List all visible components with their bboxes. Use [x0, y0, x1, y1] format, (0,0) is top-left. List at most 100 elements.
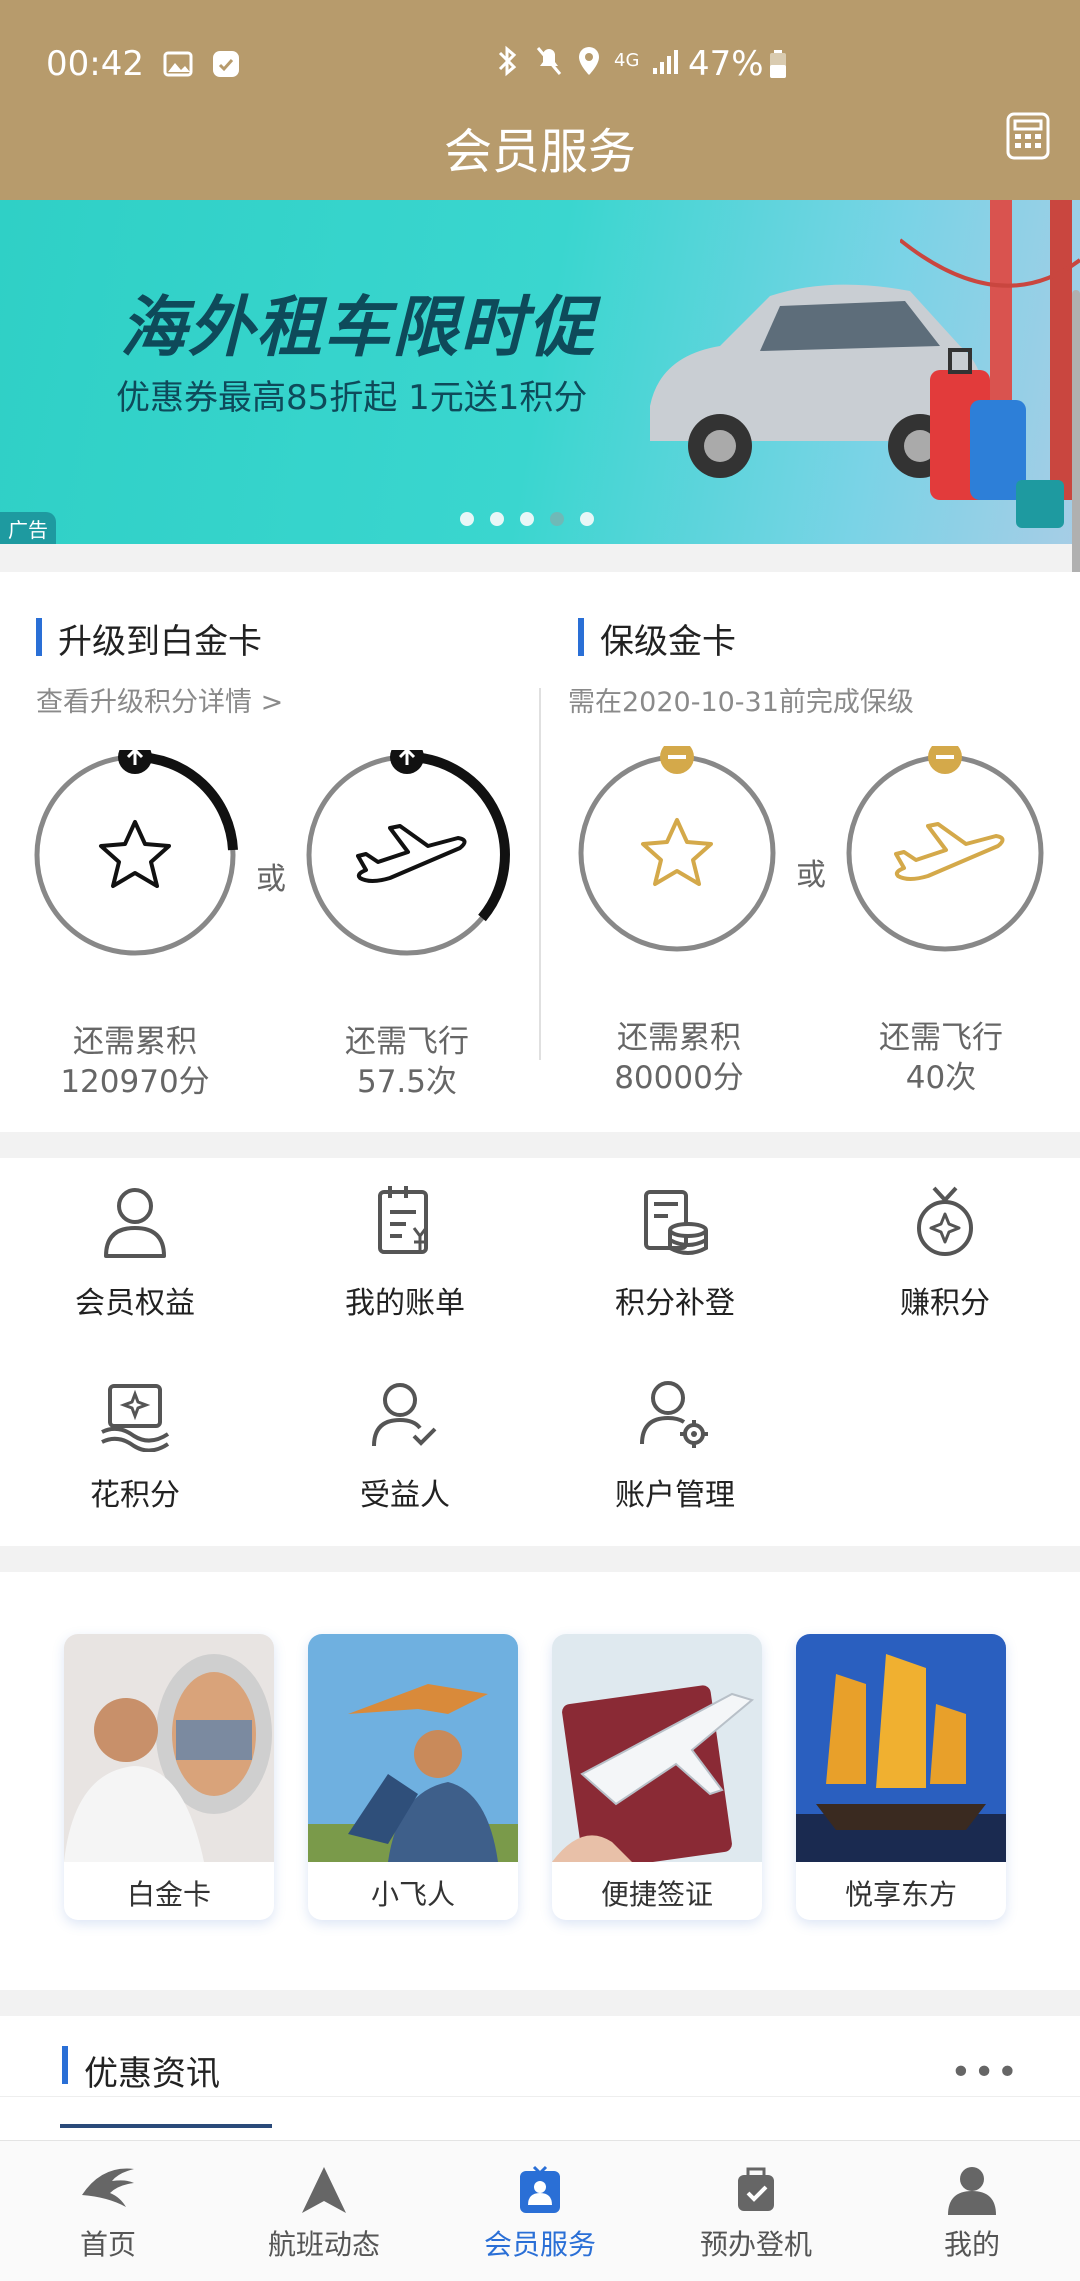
service-label: 受益人 [360, 1478, 450, 1513]
privilege-label: 白金卡 [126, 1878, 211, 1911]
flights-progress-ring [306, 750, 510, 956]
retain-deadline: 需在2020-10-31前完成保级 [568, 687, 914, 718]
app-header: 00:42 4G 47% 会员服务 [0, 0, 1080, 200]
bill-icon [378, 1186, 428, 1254]
carousel-dot[interactable] [460, 512, 474, 526]
news-tab-indicator [60, 2124, 272, 2128]
home-swallow-icon [82, 2168, 134, 2207]
service-my-bill[interactable]: 我的账单 [270, 1184, 540, 1322]
status-time: 00:42 [46, 44, 144, 84]
medal-icon [917, 1186, 973, 1256]
spend-points-icon [101, 1384, 170, 1453]
divider [0, 2096, 1080, 2097]
nav-profile[interactable]: 我的 [864, 2165, 1080, 2263]
service-label: 我的账单 [345, 1286, 465, 1321]
or-label: 或 [796, 858, 826, 893]
points-progress-ring [34, 750, 238, 956]
banner-headline: 海外租车限时促 [120, 289, 596, 366]
star-icon [99, 820, 171, 888]
service-earn-points[interactable]: 赚积分 [810, 1184, 1080, 1322]
flights-value: 40次 [905, 1060, 977, 1096]
progress-arc [134, 751, 238, 851]
points-label: 还需累积 [617, 1020, 741, 1056]
coins-icon [644, 1190, 708, 1255]
points-value: 80000分 [614, 1060, 744, 1096]
privilege-card-platinum[interactable]: 白金卡 [64, 1634, 274, 1920]
privilege-card-oriental[interactable]: 悦享东方 [796, 1634, 1006, 1920]
upgrade-details-link[interactable]: 查看升级积分详情 > [36, 680, 283, 719]
section-divider [539, 688, 541, 1060]
upgrade-title: 升级到白金卡 [58, 622, 262, 662]
airplane-icon [356, 824, 467, 883]
member-service-icon [520, 2165, 560, 2213]
service-member-benefits[interactable]: 会员权益 [0, 1184, 270, 1322]
ad-tag: 广告 [0, 512, 56, 544]
service-label: 花积分 [90, 1478, 180, 1513]
flights-label: 还需飞行 [879, 1020, 1003, 1056]
flights-label: 还需飞行 [345, 1024, 469, 1060]
bluetooth-icon [498, 45, 517, 77]
notification-app-icon [213, 51, 239, 77]
points-value: 120970分 [60, 1064, 210, 1100]
platinum-photo [64, 1634, 274, 1862]
nav-flight-status[interactable]: 航班动态 [216, 2165, 432, 2263]
carousel-dot-active[interactable] [550, 512, 564, 526]
oriental-photo [796, 1634, 1006, 1862]
carousel-dots[interactable] [460, 512, 594, 526]
partner-logo-icon [1016, 480, 1064, 528]
service-label: 赚积分 [900, 1286, 990, 1321]
carousel-dot[interactable] [520, 512, 534, 526]
services-grid: 会员权益 我的账单 积分补登 赚积分 花积分 受益人 账户管理 [0, 1158, 1080, 1546]
network-type: 4G [614, 50, 640, 71]
section-marker [62, 2046, 68, 2084]
carousel-dot[interactable] [580, 512, 594, 526]
service-label: 积分补登 [615, 1286, 735, 1321]
nav-label: 首页 [79, 2228, 136, 2261]
news-section: 优惠资讯 ••• [0, 2016, 1080, 2140]
nav-label: 预办登机 [699, 2228, 812, 2261]
banner-subtitle: 优惠券最高85折起 1元送1积分 [116, 378, 588, 418]
star-icon [641, 818, 713, 886]
nav-label: 航班动态 [267, 2228, 380, 2261]
service-spend-points[interactable]: 花积分 [0, 1376, 270, 1514]
privileges-section: 白金卡 小飞人 便捷签证 悦享东方 [0, 1572, 1080, 1990]
service-account-settings[interactable]: 账户管理 [540, 1376, 810, 1514]
section-marker [36, 618, 42, 656]
more-button[interactable]: ••• [950, 2052, 1020, 2093]
retain-flights-ring [846, 746, 1044, 952]
location-icon [579, 47, 599, 75]
card-status-section: 升级到白金卡 查看升级积分详情 > 或 还需累积 120970分 还需飞行 57… [0, 572, 1080, 1132]
service-points-claim[interactable]: 积分补登 [540, 1184, 810, 1322]
battery-icon [770, 50, 786, 78]
service-label: 账户管理 [615, 1478, 735, 1513]
flights-value: 57.5次 [356, 1064, 458, 1100]
privilege-label: 便捷签证 [600, 1878, 713, 1911]
service-beneficiary[interactable]: 受益人 [270, 1376, 540, 1514]
privilege-label: 小飞人 [370, 1878, 455, 1911]
promo-banner[interactable]: 海外租车限时促 优惠券最高85折起 1元送1积分 广告 [0, 200, 1080, 544]
flight-status-icon [302, 2167, 346, 2213]
news-title: 优惠资讯 [84, 2054, 220, 2094]
nav-checkin[interactable]: 预办登机 [648, 2165, 864, 2263]
account-settings-icon [640, 1381, 708, 1448]
nav-member-service[interactable]: 会员服务 [432, 2165, 648, 2263]
service-label: 会员权益 [75, 1286, 195, 1321]
status-left-icons [162, 48, 242, 80]
points-label: 还需累积 [73, 1024, 197, 1060]
carousel-dot[interactable] [490, 512, 504, 526]
beneficiary-icon [372, 1383, 437, 1447]
bottom-navigation: 首页 航班动态 会员服务 预办登机 我的 [0, 2140, 1080, 2281]
nav-label: 会员服务 [483, 2228, 596, 2261]
profile-icon [948, 2167, 996, 2215]
checkin-icon [738, 2167, 774, 2211]
privilege-card-visa[interactable]: 便捷签证 [552, 1634, 762, 1920]
section-marker [578, 618, 584, 656]
calculator-icon[interactable] [1006, 112, 1050, 160]
minus-icon [928, 746, 962, 774]
privilege-card-little-flyer[interactable]: 小飞人 [308, 1634, 518, 1920]
or-label: 或 [256, 862, 286, 897]
nav-home[interactable]: 首页 [0, 2165, 216, 2263]
person-icon [104, 1188, 166, 1258]
nav-label: 我的 [943, 2228, 1000, 2261]
little-flyer-photo [308, 1634, 518, 1862]
